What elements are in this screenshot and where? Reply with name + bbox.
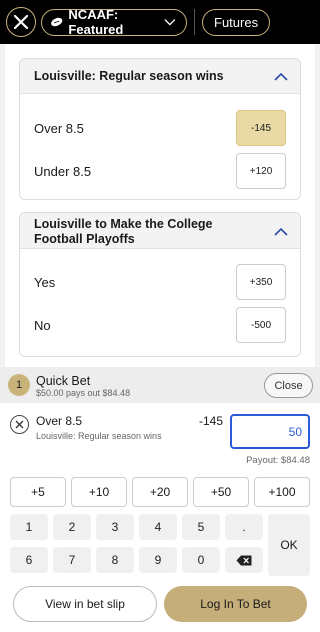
log-in-to-bet-button[interactable]: Log In To Bet [164,586,307,622]
chevron-up-icon [274,227,288,236]
keypad-key-decimal[interactable]: . [225,514,263,540]
futures-tab[interactable]: Futures [202,8,271,36]
bet-odds: -145 [199,414,224,428]
keypad-key-0[interactable]: 0 [182,547,220,573]
slip-subtitle: $50.00 pays out $84.48 [36,388,131,398]
markets-panel: Louisville: Regular season wins Over 8.5… [5,44,315,367]
keypad-key-9[interactable]: 9 [139,547,177,573]
outcome-label: Under 8.5 [34,163,92,179]
outcome-row: No -500 [20,304,300,346]
market-title: Louisville to Make the College Football … [34,217,213,246]
quick-amount-5[interactable]: +5 [10,477,66,507]
close-icon [15,420,24,429]
odds-button[interactable]: +120 [236,153,286,189]
nav-divider [194,9,195,35]
close-icon [14,15,28,29]
keypad-backspace[interactable] [225,547,263,573]
odds-button[interactable]: +350 [236,264,286,300]
quick-amount-10[interactable]: +10 [71,477,127,507]
close-button[interactable] [6,7,36,37]
market-card-season-wins: Louisville: Regular season wins Over 8.5… [19,58,301,200]
league-selector[interactable]: NCAAF: Featured [41,7,187,37]
keypad-key-6[interactable]: 6 [10,547,48,573]
league-selector-label: NCAAF: Featured [68,7,124,37]
keypad-key-3[interactable]: 3 [96,514,134,540]
bet-selection: Over 8.5 [36,414,83,428]
remove-bet-button[interactable] [10,415,29,434]
market-card-playoffs: Louisville to Make the College Football … [19,212,301,357]
outcome-row: Under 8.5 +120 [20,150,300,192]
futures-tab-label: Futures [214,14,259,30]
keypad-key-7[interactable]: 7 [53,547,91,573]
backspace-icon [236,555,252,565]
outcome-row: Over 8.5 -145 [20,107,300,149]
quick-amount-50[interactable]: +50 [193,477,249,507]
odds-button-selected[interactable]: -145 [236,110,286,146]
keypad-key-4[interactable]: 4 [139,514,177,540]
slip-header: 1 Quick Bet $50.00 pays out $84.48 Close [0,367,320,403]
quick-amount-20[interactable]: +20 [132,477,188,507]
keypad-key-2[interactable]: 2 [53,514,91,540]
market-header[interactable]: Louisville to Make the College Football … [20,213,300,249]
outcome-label: Yes [34,274,56,290]
market-header[interactable]: Louisville: Regular season wins [20,59,300,94]
market-title: Louisville: Regular season wins [34,69,224,83]
slip-title: Quick Bet [36,374,91,388]
keypad-key-1[interactable]: 1 [10,514,48,540]
outcome-label: No [34,317,51,333]
outcome-label: Over 8.5 [34,120,84,136]
chevron-down-icon [164,18,176,26]
quick-amount-100[interactable]: +100 [254,477,310,507]
odds-button[interactable]: -500 [236,307,286,343]
keypad-ok[interactable]: OK [268,514,310,576]
stake-input[interactable]: 50 [230,414,310,449]
football-icon [51,17,63,27]
bet-count-badge: 1 [8,374,30,396]
quick-bet-slip: 1 Quick Bet $50.00 pays out $84.48 Close… [0,367,320,632]
bet-market: Louisville: Regular season wins [36,431,162,441]
chevron-up-icon [274,72,288,81]
close-slip-button[interactable]: Close [264,373,313,398]
keypad-key-5[interactable]: 5 [182,514,220,540]
outcome-row: Yes +350 [20,261,300,303]
top-nav: NCAAF: Featured Futures [0,0,320,44]
view-in-bet-slip-button[interactable]: View in bet slip [13,586,157,622]
payout-text: Payout: $84.48 [246,455,310,466]
keypad-key-8[interactable]: 8 [96,547,134,573]
